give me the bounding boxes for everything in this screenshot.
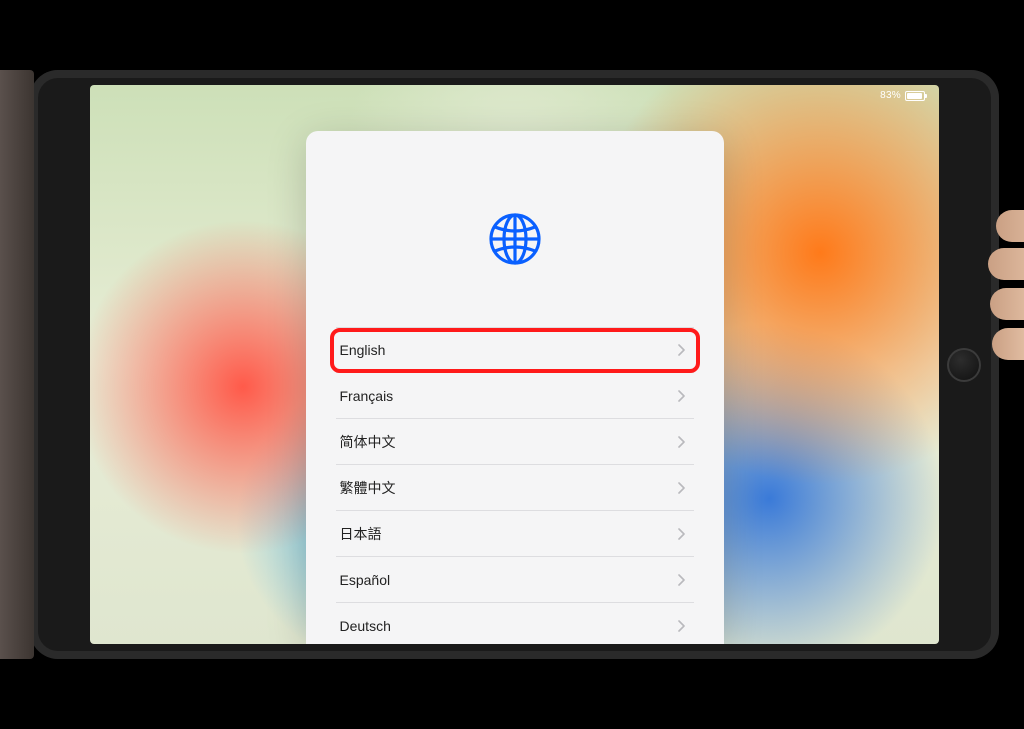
language-row--[interactable]: 日本語 <box>336 511 694 557</box>
language-label: English <box>340 342 386 358</box>
language-row-espa-ol[interactable]: Español <box>336 557 694 603</box>
language-label: Español <box>340 572 391 588</box>
hand-holding-device <box>974 210 1024 410</box>
language-list: English Français 简体中文繁體中文日本語 Español Deutsch <box>306 327 724 644</box>
language-label: Deutsch <box>340 618 391 634</box>
language-row-fran-ais[interactable]: Français <box>336 373 694 419</box>
chevron-right-icon <box>678 574 686 586</box>
language-row-english[interactable]: English <box>336 327 694 373</box>
globe-icon <box>487 211 543 267</box>
letterbox-bottom <box>0 659 1024 729</box>
language-label: 简体中文 <box>340 432 396 452</box>
language-label: Français <box>340 388 394 404</box>
battery-fill <box>907 93 922 99</box>
chevron-right-icon <box>678 390 686 402</box>
language-selection-card: English Français 简体中文繁體中文日本語 Español Deutsch <box>306 131 724 644</box>
device-cover-edge <box>0 70 34 659</box>
chevron-right-icon <box>678 528 686 540</box>
language-label: 日本語 <box>340 524 382 544</box>
chevron-right-icon <box>678 436 686 448</box>
language-row--[interactable]: 简体中文 <box>336 419 694 465</box>
letterbox-top <box>0 0 1024 70</box>
globe-icon-wrap <box>306 131 724 327</box>
chevron-right-icon <box>678 482 686 494</box>
status-bar: 83% <box>880 90 925 101</box>
language-row-deutsch[interactable]: Deutsch <box>336 603 694 644</box>
battery-icon <box>905 91 925 101</box>
device-frame: 83% English <box>30 70 999 659</box>
language-label: 繁體中文 <box>340 478 396 498</box>
chevron-right-icon <box>678 620 686 632</box>
language-row--[interactable]: 繁體中文 <box>336 465 694 511</box>
battery-percent-label: 83% <box>880 90 901 101</box>
chevron-right-icon <box>678 344 686 356</box>
device-screen: 83% English <box>90 85 939 644</box>
